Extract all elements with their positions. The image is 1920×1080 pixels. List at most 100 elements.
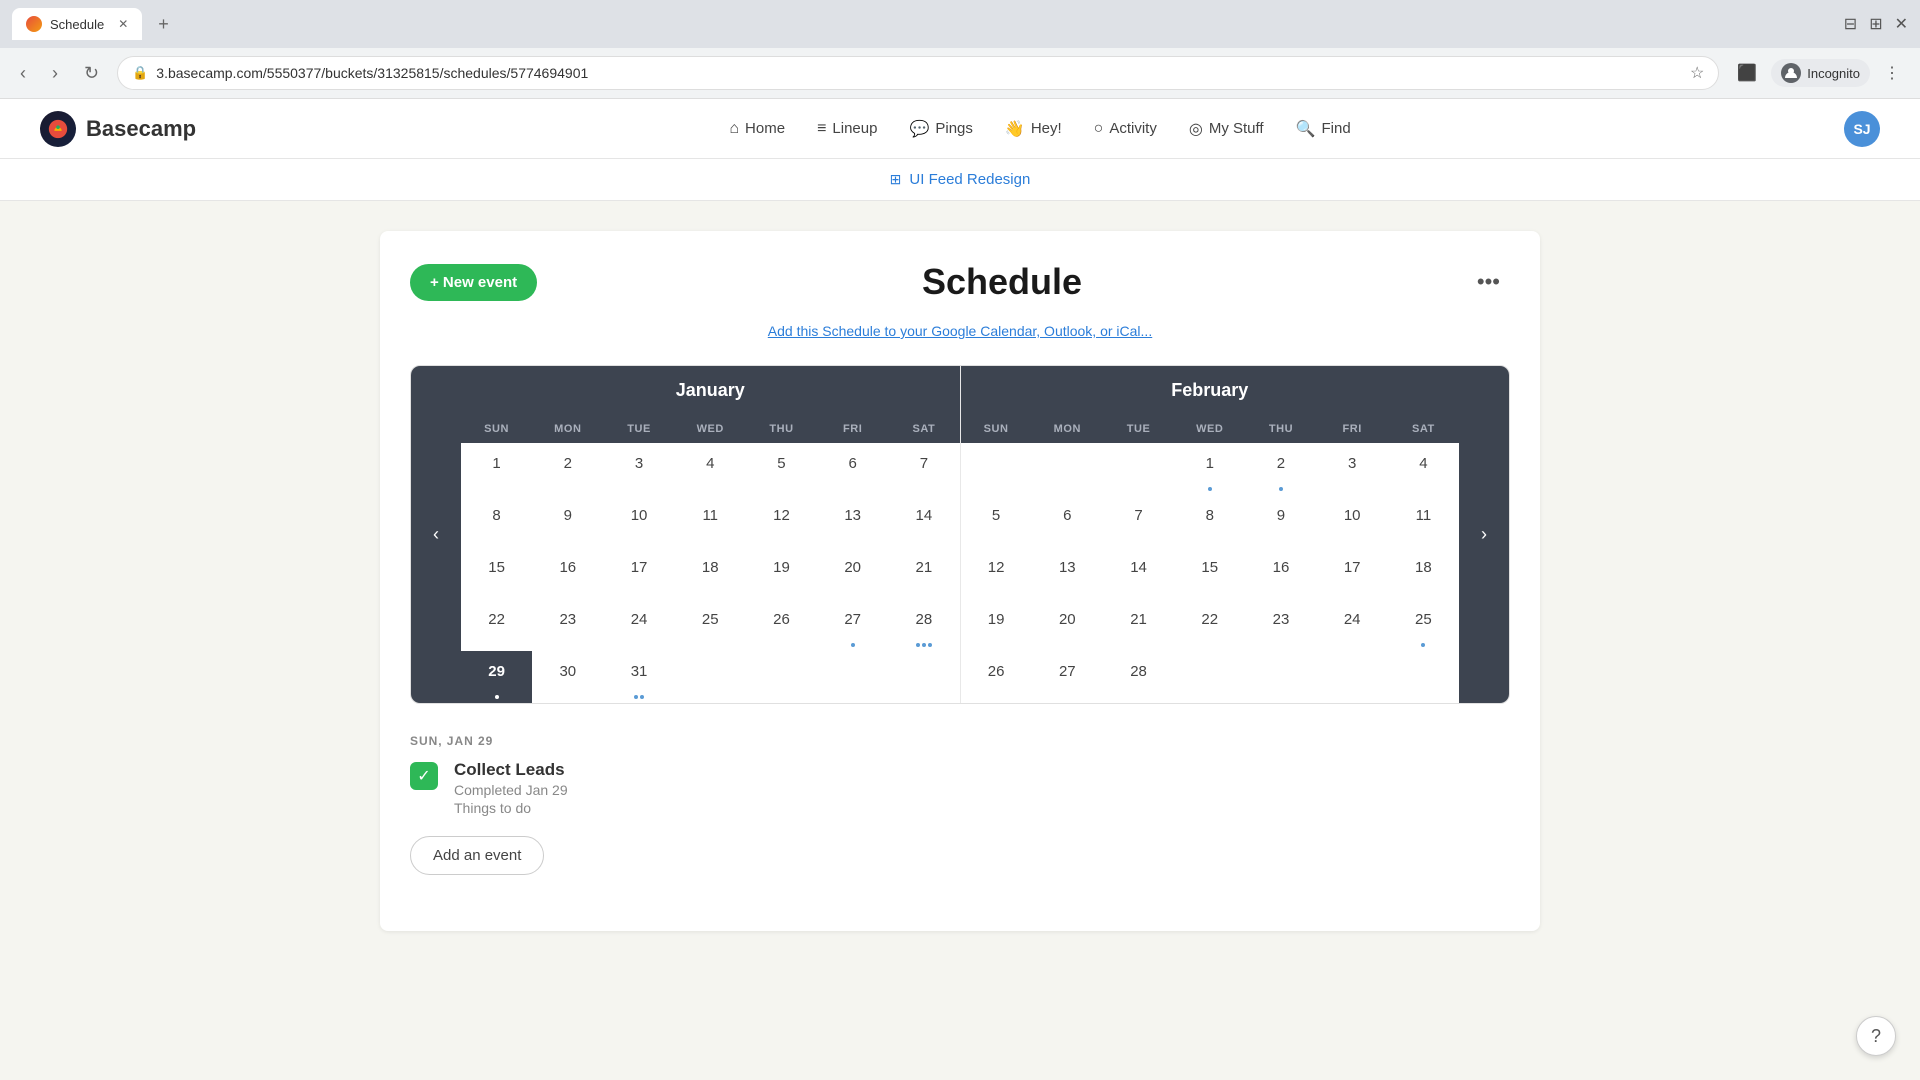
main-content: + New event Schedule ••• Add this Schedu… (360, 201, 1560, 961)
feb-day-12[interactable]: 12 (961, 547, 1032, 599)
new-event-button[interactable]: + New event (410, 264, 537, 301)
jan-day-7[interactable]: 7 (888, 443, 959, 495)
jan-day-26[interactable]: 26 (746, 599, 817, 651)
jan-day-14[interactable]: 14 (888, 495, 959, 547)
jan-day-8[interactable]: 8 (461, 495, 532, 547)
feb-day-26[interactable]: 26 (961, 651, 1032, 703)
feb-day-1[interactable]: 1 (1174, 443, 1245, 495)
feb-day-27[interactable]: 27 (1032, 651, 1103, 703)
feb-day-8[interactable]: 8 (1174, 495, 1245, 547)
page-header: + New event Schedule ••• (410, 261, 1510, 303)
jan-day-13[interactable]: 13 (817, 495, 888, 547)
jan-day-29[interactable]: 29 (461, 651, 532, 703)
nav-home[interactable]: ⌂ Home (715, 112, 799, 146)
feb-day-24[interactable]: 24 (1317, 599, 1388, 651)
feb-day-6[interactable]: 6 (1032, 495, 1103, 547)
calendar-prev-button[interactable]: ‹ (411, 366, 461, 703)
feb-day-2[interactable]: 2 (1245, 443, 1316, 495)
hey-icon: 👋 (1005, 119, 1025, 139)
jan-day-3[interactable]: 3 (603, 443, 674, 495)
feb-day-18[interactable]: 18 (1388, 547, 1459, 599)
feb-day-4[interactable]: 4 (1388, 443, 1459, 495)
feb-day-21[interactable]: 21 (1103, 599, 1174, 651)
jan-day-4[interactable]: 4 (675, 443, 746, 495)
jan-day-1[interactable]: 1 (461, 443, 532, 495)
jan-day-25[interactable]: 25 (675, 599, 746, 651)
jan-day-6[interactable]: 6 (817, 443, 888, 495)
jan-day-28[interactable]: 28 (888, 599, 959, 651)
jan-day-20[interactable]: 20 (817, 547, 888, 599)
feb-day-17[interactable]: 17 (1317, 547, 1388, 599)
nav-pings[interactable]: 💬 Pings (895, 111, 986, 147)
tab-close-button[interactable]: ✕ (118, 17, 128, 31)
user-avatar[interactable]: SJ (1844, 111, 1880, 147)
browser-tab[interactable]: Schedule ✕ (12, 8, 142, 40)
jan-day-10[interactable]: 10 (603, 495, 674, 547)
jan-day-18[interactable]: 18 (675, 547, 746, 599)
logo-link[interactable]: Basecamp (40, 111, 196, 147)
jan-day-19[interactable]: 19 (746, 547, 817, 599)
jan-day-21[interactable]: 21 (888, 547, 959, 599)
jan-day-5[interactable]: 5 (746, 443, 817, 495)
jan-day-24[interactable]: 24 (603, 599, 674, 651)
jan-day-27[interactable]: 27 (817, 599, 888, 651)
jan-day-15[interactable]: 15 (461, 547, 532, 599)
feb-day-16[interactable]: 16 (1245, 547, 1316, 599)
feb-day-7[interactable]: 7 (1103, 495, 1174, 547)
jan-day-9[interactable]: 9 (532, 495, 603, 547)
nav-my-stuff[interactable]: ◎ My Stuff (1175, 111, 1278, 147)
more-options-button[interactable]: ••• (1467, 265, 1510, 299)
my-stuff-icon: ◎ (1189, 119, 1203, 139)
feb-day-22[interactable]: 22 (1174, 599, 1245, 651)
jan-tue: TUE (603, 415, 674, 443)
feb-day-11[interactable]: 11 (1388, 495, 1459, 547)
calendar-sync-link[interactable]: Add this Schedule to your Google Calenda… (768, 323, 1152, 339)
calendar-nav: ‹ January SUN MON TUE WED THU FRI SAT (411, 366, 1509, 703)
feb-day-25[interactable]: 25 (1388, 599, 1459, 651)
maximize-icon[interactable]: ⊞ (1869, 14, 1882, 34)
feb-day-13[interactable]: 13 (1032, 547, 1103, 599)
jan-day-22[interactable]: 22 (461, 599, 532, 651)
calendar-next-button[interactable]: › (1459, 366, 1509, 703)
jan-day-31[interactable]: 31 (603, 651, 674, 703)
feb-day-19[interactable]: 19 (961, 599, 1032, 651)
extensions-button[interactable]: ⬛ (1729, 59, 1765, 87)
feb-day-10[interactable]: 10 (1317, 495, 1388, 547)
address-bar[interactable]: 🔒 ☆ (117, 56, 1719, 90)
reload-button[interactable]: ↻ (76, 59, 107, 88)
jan-day-12[interactable]: 12 (746, 495, 817, 547)
new-tab-button[interactable]: + (150, 12, 177, 37)
help-button[interactable]: ? (1856, 1016, 1896, 1056)
event-title[interactable]: Collect Leads (454, 760, 568, 780)
nav-lineup[interactable]: ≡ Lineup (803, 112, 891, 146)
project-link[interactable]: ⊞ UI Feed Redesign (890, 171, 1031, 188)
back-button[interactable]: ‹ (12, 59, 34, 88)
feb-day-15[interactable]: 15 (1174, 547, 1245, 599)
feb-day-20[interactable]: 20 (1032, 599, 1103, 651)
jan-day-30[interactable]: 30 (532, 651, 603, 703)
nav-hey[interactable]: 👋 Hey! (991, 111, 1076, 147)
bookmark-icon[interactable]: ☆ (1690, 63, 1704, 83)
feb-day-28[interactable]: 28 (1103, 651, 1174, 703)
jan-day-16[interactable]: 16 (532, 547, 603, 599)
calendar-link-container: Add this Schedule to your Google Calenda… (410, 323, 1510, 341)
nav-activity[interactable]: ○ Activity (1080, 112, 1171, 146)
jan-day-23[interactable]: 23 (532, 599, 603, 651)
feb-day-23[interactable]: 23 (1245, 599, 1316, 651)
add-event-button[interactable]: Add an event (410, 836, 544, 875)
feb-day-14[interactable]: 14 (1103, 547, 1174, 599)
feb-day-3[interactable]: 3 (1317, 443, 1388, 495)
url-input[interactable] (156, 65, 1682, 81)
incognito-badge[interactable]: Incognito (1771, 59, 1870, 87)
event-checkbox[interactable]: ✓ (410, 762, 438, 790)
jan-day-17[interactable]: 17 (603, 547, 674, 599)
menu-button[interactable]: ⋮ (1876, 59, 1908, 87)
minimize-icon[interactable]: ⊟ (1844, 14, 1857, 34)
forward-button[interactable]: › (44, 59, 66, 88)
feb-day-9[interactable]: 9 (1245, 495, 1316, 547)
jan-day-2[interactable]: 2 (532, 443, 603, 495)
nav-find[interactable]: 🔍 Find (1282, 111, 1365, 147)
jan-day-11[interactable]: 11 (675, 495, 746, 547)
feb-day-5[interactable]: 5 (961, 495, 1032, 547)
close-icon[interactable]: ✕ (1895, 14, 1908, 34)
